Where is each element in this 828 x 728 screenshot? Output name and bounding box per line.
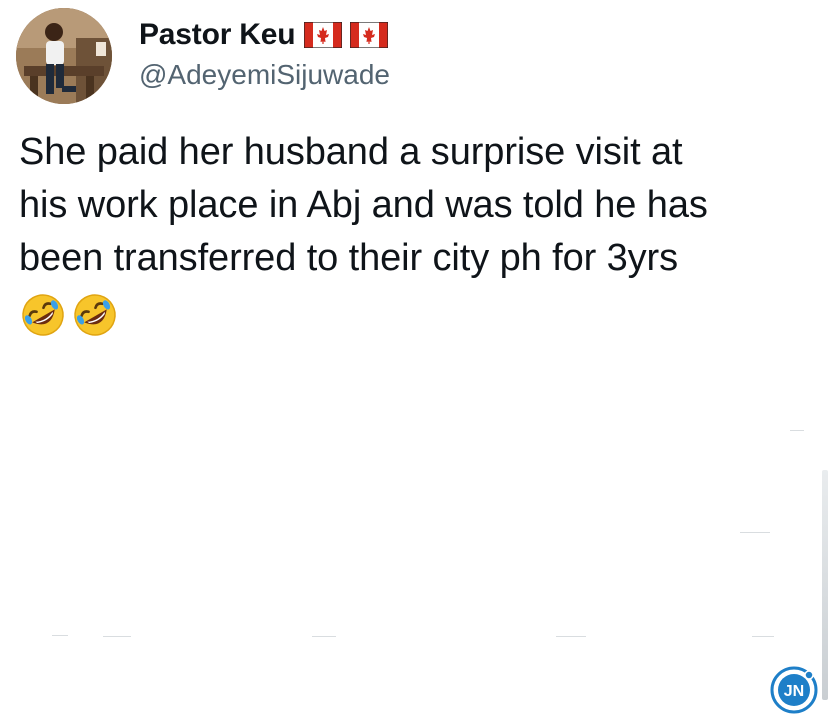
scrollbar-edge bbox=[822, 470, 828, 700]
canada-flag-icon bbox=[304, 22, 343, 48]
jn-watermark-logo: JN bbox=[770, 666, 818, 714]
emoji-row bbox=[20, 292, 124, 338]
rolling-on-floor-laughing-icon bbox=[22, 294, 64, 336]
divider-artifact bbox=[312, 636, 336, 637]
tweet-text: She paid her husband a surprise visit at… bbox=[19, 131, 708, 279]
divider-artifact bbox=[52, 635, 68, 636]
divider-artifact bbox=[556, 636, 586, 637]
tweet-header: Pastor Keu @AdeyemiSijuwade bbox=[16, 8, 390, 104]
watermark-text: JN bbox=[784, 683, 804, 700]
display-name[interactable]: Pastor Keu bbox=[139, 18, 296, 52]
avatar-photo-icon bbox=[16, 8, 112, 104]
divider-artifact bbox=[752, 636, 774, 637]
avatar[interactable] bbox=[16, 8, 112, 104]
rolling-on-floor-laughing-icon bbox=[74, 294, 116, 336]
divider-artifact bbox=[740, 532, 770, 533]
user-handle[interactable]: @AdeyemiSijuwade bbox=[139, 59, 390, 91]
user-meta: Pastor Keu @AdeyemiSijuwade bbox=[139, 15, 390, 91]
canada-flag-icon bbox=[350, 22, 389, 48]
name-row: Pastor Keu bbox=[139, 15, 390, 55]
divider-artifact bbox=[103, 636, 131, 637]
divider-artifact bbox=[790, 430, 804, 431]
